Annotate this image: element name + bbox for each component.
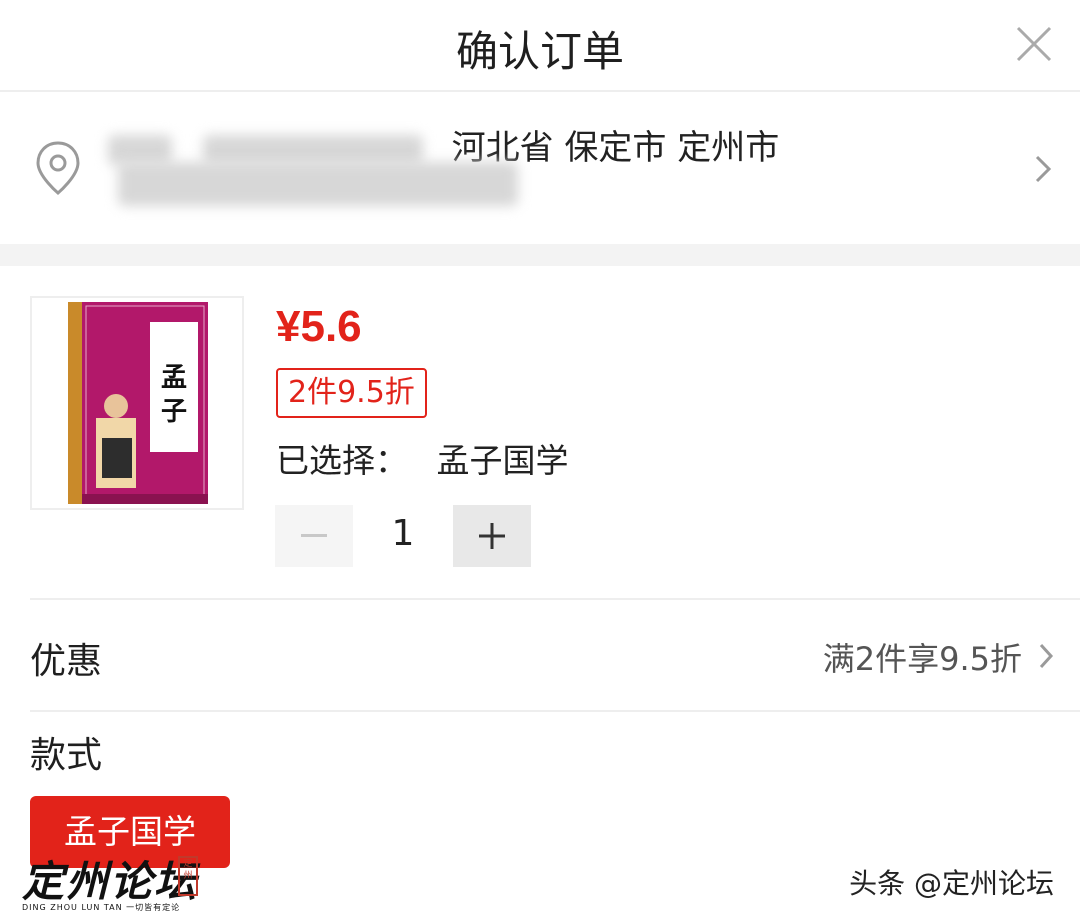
promotion-value[interactable]: 满2件享9.5折 [823, 634, 1022, 680]
selected-variant: 已选择： 孟子国学 [276, 434, 569, 482]
divider [30, 598, 1080, 600]
discount-badge: 2件9.5折 [276, 368, 427, 418]
style-label: 款式 [30, 735, 103, 776]
quantity-increase-button[interactable] [453, 505, 531, 567]
header-bar: 确认订单 [0, 0, 1080, 92]
svg-text:孟: 孟 [161, 363, 187, 393]
forum-watermark: 定州论坛 定州 DING ZHOU LUN TAN 一切皆有定论 [22, 848, 199, 912]
section-divider [0, 244, 1080, 266]
minus-icon [301, 534, 327, 537]
selected-label: 已选择： [276, 441, 408, 480]
product-price: ¥5.6 [276, 302, 362, 351]
quantity-decrease-button[interactable] [275, 505, 353, 567]
product-image: 孟 子 [30, 296, 244, 510]
watermark-logo: 定州论坛 [22, 857, 199, 906]
watermark-subtitle: DING ZHOU LUN TAN 一切皆有定论 [22, 903, 181, 912]
chevron-right-icon[interactable] [1034, 154, 1052, 184]
watermark-credit: 头条 @定州论坛 [849, 867, 1054, 900]
address-detail-blurred [118, 162, 518, 206]
promotion-label: 优惠 [30, 641, 103, 682]
chevron-right-icon[interactable] [1038, 642, 1054, 670]
location-pin-icon [36, 141, 80, 195]
quantity-value[interactable]: 1 [364, 513, 442, 554]
close-icon[interactable] [1014, 24, 1054, 64]
watermark-seal: 定州 [178, 856, 198, 896]
svg-text:子: 子 [161, 397, 187, 427]
plus-icon [479, 523, 505, 549]
book-cover-image: 孟 子 [68, 302, 208, 504]
selected-value: 孟子国学 [436, 441, 569, 480]
page-title: 确认订单 [455, 27, 624, 76]
divider [30, 710, 1080, 712]
